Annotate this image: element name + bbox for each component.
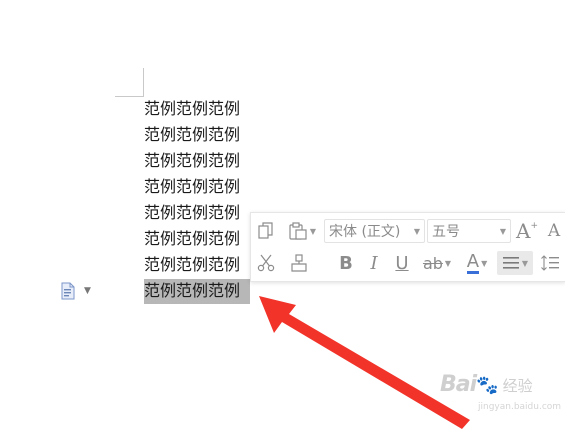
watermark-url: jingyan.baidu.com [478,402,562,412]
baidu-jingyan-watermark: Bai🐾 经验 jingyan.baidu.com [440,372,561,412]
paw-icon: 🐾 [476,375,499,396]
watermark-cn: 经验 [502,377,533,395]
annotation-arrow [259,296,470,429]
watermark-brand: Bai [440,372,477,397]
